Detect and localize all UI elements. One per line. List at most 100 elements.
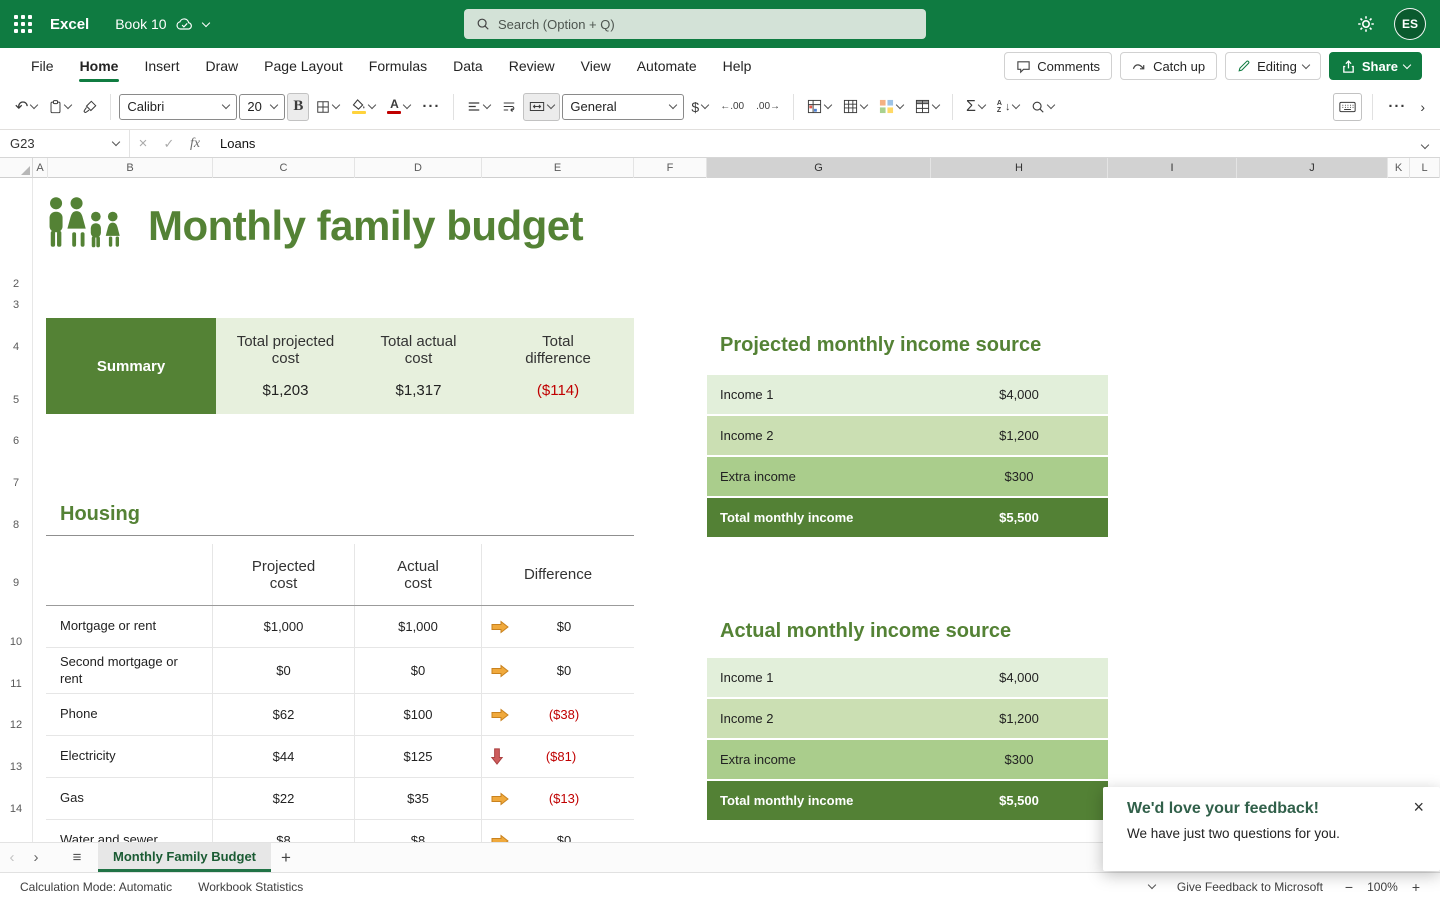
enter-button[interactable]: ✓: [156, 136, 182, 152]
actual-income-title[interactable]: Actual monthly income source: [720, 620, 1011, 643]
row-header-11[interactable]: 11: [0, 663, 32, 704]
fill-color-button[interactable]: [346, 93, 380, 121]
actual-cost-cell[interactable]: $100: [355, 694, 482, 735]
income-row[interactable]: Extra income$300: [707, 740, 1108, 779]
housing-header-projected[interactable]: Projected cost: [213, 544, 355, 605]
row-header-3[interactable]: 3: [0, 294, 32, 315]
projected-cost-cell[interactable]: $62: [213, 694, 355, 735]
column-header-I[interactable]: I: [1108, 158, 1237, 178]
search-box[interactable]: [464, 9, 926, 39]
income-total-row[interactable]: Total monthly income$5,500: [707, 498, 1108, 537]
projected-income-title[interactable]: Projected monthly income source: [720, 334, 1041, 357]
zoom-level[interactable]: 100%: [1367, 880, 1398, 894]
decrease-decimal-button[interactable]: .00→: [751, 93, 785, 121]
income-total-row[interactable]: Total monthly income$5,500: [707, 781, 1108, 820]
font-more-button[interactable]: ···: [417, 93, 445, 121]
formula-bar-expand-button[interactable]: [1422, 135, 1440, 153]
actual-cost-cell[interactable]: $1,000: [355, 606, 482, 647]
sheet-nav-next-button[interactable]: ›: [24, 843, 48, 872]
alignment-button[interactable]: [462, 93, 495, 121]
income-row[interactable]: Income 2$1,200: [707, 416, 1108, 455]
workbook-title[interactable]: Book 10: [115, 16, 208, 32]
column-header-J[interactable]: J: [1237, 158, 1388, 178]
name-box[interactable]: G23: [0, 130, 130, 157]
row-header-10[interactable]: 10: [0, 621, 32, 663]
row-header-4[interactable]: 4: [0, 315, 32, 379]
expense-label-cell[interactable]: Water and sewer: [46, 820, 213, 842]
row-header-13[interactable]: 13: [0, 746, 32, 788]
font-color-button[interactable]: A: [382, 93, 415, 121]
sheet-tab-active[interactable]: Monthly Family Budget: [98, 843, 271, 872]
housing-header-blank[interactable]: [46, 544, 213, 605]
income-row[interactable]: Income 1$4,000: [707, 658, 1108, 697]
projected-cost-cell[interactable]: $0: [213, 648, 355, 693]
actual-cost-cell[interactable]: $35: [355, 778, 482, 819]
wrap-text-button[interactable]: [497, 93, 521, 121]
comments-button[interactable]: Comments: [1004, 52, 1112, 80]
actual-cost-cell[interactable]: $125: [355, 736, 482, 777]
workbook-statistics-button[interactable]: Workbook Statistics: [198, 880, 303, 894]
select-all-corner[interactable]: [0, 158, 33, 178]
row-header-12[interactable]: 12: [0, 704, 32, 746]
expense-label-cell[interactable]: Electricity: [46, 736, 213, 777]
income-row[interactable]: Income 1$4,000: [707, 375, 1108, 414]
menu-tab-data[interactable]: Data: [440, 48, 496, 84]
menu-tab-review[interactable]: Review: [496, 48, 568, 84]
expense-label-cell[interactable]: Mortgage or rent: [46, 606, 213, 647]
editing-mode-button[interactable]: Editing: [1225, 52, 1321, 80]
add-sheet-button[interactable]: +: [271, 843, 301, 872]
bold-button[interactable]: B: [287, 93, 309, 121]
difference-cell[interactable]: $0: [482, 648, 634, 693]
sheet-canvas[interactable]: Monthly family budget Summary Total proj…: [0, 178, 1440, 842]
calc-mode-status[interactable]: Calculation Mode: Automatic: [20, 880, 172, 894]
find-button[interactable]: [1026, 93, 1059, 121]
actual-cost-cell[interactable]: $0: [355, 648, 482, 693]
app-launcher-icon[interactable]: [14, 15, 32, 33]
row-header-6[interactable]: 6: [0, 420, 32, 462]
zoom-out-button[interactable]: −: [1345, 879, 1353, 895]
summary-header-cell[interactable]: Total actual cost: [355, 318, 482, 382]
insert-table-button[interactable]: [910, 93, 944, 121]
column-header-D[interactable]: D: [355, 158, 482, 178]
difference-cell[interactable]: ($81): [482, 736, 634, 777]
projected-cost-cell[interactable]: $44: [213, 736, 355, 777]
row-header-8[interactable]: 8: [0, 504, 32, 545]
font-name-select[interactable]: Calibri: [119, 94, 237, 120]
column-header-K[interactable]: K: [1388, 158, 1410, 178]
difference-cell[interactable]: ($13): [482, 778, 634, 819]
menu-tab-view[interactable]: View: [568, 48, 624, 84]
cell-styles-button[interactable]: [874, 93, 908, 121]
increase-decimal-button[interactable]: ←.00: [715, 93, 749, 121]
menu-tab-home[interactable]: Home: [67, 48, 132, 84]
housing-title[interactable]: Housing: [60, 503, 140, 526]
format-as-table-button[interactable]: [838, 93, 872, 121]
sheet-nav-prev-button[interactable]: ‹: [0, 843, 24, 872]
column-header-L[interactable]: L: [1410, 158, 1440, 178]
sheet-list-menu-button[interactable]: ≡: [62, 843, 92, 872]
actual-cost-cell[interactable]: $8: [355, 820, 482, 842]
row-header-14[interactable]: 14: [0, 788, 32, 830]
summary-header-cell[interactable]: Total projected cost: [216, 318, 355, 382]
expense-label-cell[interactable]: Phone: [46, 694, 213, 735]
ribbon-expand-button[interactable]: ›: [1415, 93, 1430, 121]
difference-cell[interactable]: $0: [482, 606, 634, 647]
summary-label-cell[interactable]: Summary: [46, 318, 216, 414]
sheet-main-title[interactable]: Monthly family budget: [148, 202, 583, 250]
gear-icon[interactable]: [1356, 14, 1376, 34]
sort-filter-button[interactable]: AZ ↓: [992, 93, 1025, 121]
menu-tab-help[interactable]: Help: [710, 48, 765, 84]
column-header-A[interactable]: A: [33, 158, 48, 178]
keyboard-shortcuts-button[interactable]: [1333, 93, 1362, 121]
chevron-down-icon[interactable]: [1148, 881, 1156, 889]
row-header-blank[interactable]: [0, 830, 32, 842]
borders-button[interactable]: [311, 93, 344, 121]
difference-cell[interactable]: ($38): [482, 694, 634, 735]
insert-function-button[interactable]: fx: [182, 136, 208, 152]
income-row[interactable]: Income 2$1,200: [707, 699, 1108, 738]
format-painter-button[interactable]: [78, 93, 102, 121]
column-header-B[interactable]: B: [48, 158, 213, 178]
row-header-2[interactable]: 2: [0, 273, 32, 294]
column-header-F[interactable]: F: [634, 158, 707, 178]
paste-button[interactable]: [44, 93, 76, 121]
menu-tab-formulas[interactable]: Formulas: [356, 48, 440, 84]
